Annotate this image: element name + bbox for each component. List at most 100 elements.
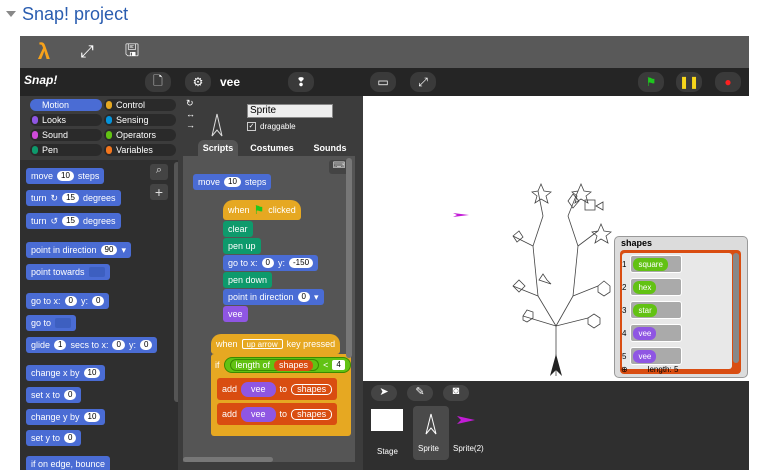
list-item[interactable]: 2 hex <box>622 278 722 296</box>
list-item[interactable]: 4 vee <box>622 324 722 342</box>
list-item[interactable]: 5 vee <box>622 347 722 365</box>
search-icon[interactable]: ⌕ <box>150 164 168 180</box>
less-than-reporter[interactable]: length of shapes < 4 <box>223 357 351 373</box>
camera-icon[interactable]: ◙ <box>443 385 469 401</box>
snap-logo[interactable]: Snap! <box>24 73 57 87</box>
pen-down-block[interactable]: pen down <box>223 272 273 288</box>
value-slot[interactable]: 10 <box>83 368 101 378</box>
y-slot[interactable]: 0 <box>92 296 105 306</box>
palette-goto-block[interactable]: go to <box>26 315 77 331</box>
presentation-icon[interactable]: ⤢ <box>410 72 436 92</box>
target-slot[interactable] <box>55 318 72 328</box>
x-slot[interactable]: 0 <box>261 258 274 268</box>
value-slot[interactable]: 0 <box>64 433 77 443</box>
shapes-variable[interactable]: shapes <box>291 383 333 395</box>
vee-item[interactable]: vee <box>633 326 657 340</box>
when-key-pressed-hat[interactable]: when up arrow key pressed <box>211 334 341 354</box>
tab-costumes[interactable]: Costumes <box>248 140 296 156</box>
category-control[interactable]: Control <box>104 99 176 111</box>
square-item[interactable]: square <box>633 257 668 271</box>
rotation-style-icons[interactable]: ↻ ↔ → <box>186 98 195 131</box>
tab-sounds[interactable]: Sounds <box>310 140 350 156</box>
palette-set-x-block[interactable]: set x to 0 <box>26 387 82 403</box>
make-block-icon[interactable]: + <box>150 184 168 200</box>
stop-icon[interactable]: ● <box>715 72 741 92</box>
sprite-thumbnail-2[interactable]: Sprite(2) <box>453 406 493 460</box>
shapes-list-watcher[interactable]: shapes 1 square 2 hex 3 star 4 vee 5 vee ⊕ le… <box>614 236 748 378</box>
key-dropdown[interactable]: up arrow <box>241 339 283 349</box>
sprite-thumbnail-1[interactable]: Sprite <box>413 406 449 460</box>
add-item-icon[interactable]: ⊕ <box>621 365 628 374</box>
palette-scrollbar[interactable] <box>174 162 178 402</box>
palette-point-towards-block[interactable]: point towards <box>26 264 110 280</box>
category-sensing[interactable]: Sensing <box>104 114 176 126</box>
degrees-slot[interactable]: 15 <box>62 216 79 226</box>
scripting-area[interactable]: ⌨ move 10 steps when ⚑ clicked clear pen up … <box>183 156 355 462</box>
x-slot[interactable]: 0 <box>112 340 125 350</box>
palette-change-x-block[interactable]: change x by 10 <box>26 365 106 381</box>
draggable-checkbox-row[interactable]: ✓ draggable <box>247 122 296 131</box>
steps-slot[interactable]: 10 <box>224 177 241 187</box>
paintbrush-icon[interactable]: ✎ <box>407 385 433 401</box>
palette-turn-ccw-block[interactable]: turn ↺ 15 degrees <box>26 213 121 229</box>
sprite-2-arrow[interactable] <box>453 213 469 217</box>
category-sound[interactable]: Sound <box>30 129 102 141</box>
direction-slot[interactable]: 90 <box>100 245 118 255</box>
palette-move-block[interactable]: move 10 steps <box>26 168 105 184</box>
x-slot[interactable]: 0 <box>64 296 77 306</box>
clear-block[interactable]: clear <box>223 221 253 237</box>
dropdown-arrow-icon[interactable]: ▾ <box>121 245 126 256</box>
when-flag-clicked-hat[interactable]: when ⚑ clicked <box>223 200 301 220</box>
vee-item[interactable]: vee <box>633 349 657 363</box>
file-icon[interactable]: 🗋 <box>145 72 171 92</box>
save-icon[interactable]: 🖫 <box>120 36 144 68</box>
stage-size-icon[interactable]: ▭ <box>370 72 396 92</box>
scripts-scrollbar-h[interactable] <box>183 457 273 462</box>
palette-turn-cw-block[interactable]: turn ↻ 15 degrees <box>26 190 121 206</box>
project-header[interactable]: Snap! project <box>6 4 128 24</box>
hex-item[interactable]: hex <box>633 280 657 294</box>
palette-change-y-block[interactable]: change y by 10 <box>26 409 106 425</box>
category-motion[interactable]: Motion <box>30 99 102 111</box>
palette-goto-xy-block[interactable]: go to x: 0 y: 0 <box>26 293 110 309</box>
list-item[interactable]: 1 square <box>622 255 722 273</box>
y-slot[interactable]: -150 <box>289 258 314 268</box>
vee-item[interactable]: vee <box>241 381 276 397</box>
gear-icon[interactable]: ⚙ <box>185 72 211 92</box>
add-block-1[interactable]: add vee to shapes <box>217 378 338 400</box>
palette-point-direction-block[interactable]: point in direction 90 ▾ <box>26 242 131 258</box>
star-item[interactable]: star <box>633 303 657 317</box>
tab-scripts[interactable]: Scripts <box>198 140 238 156</box>
vee-item[interactable]: vee <box>241 406 276 422</box>
scripts-scrollbar-v[interactable] <box>346 158 352 358</box>
vee-custom-block[interactable]: vee <box>223 306 248 322</box>
secs-slot[interactable]: 1 <box>54 340 67 350</box>
if-block[interactable]: if length of shapes < 4 add vee to shapes ad… <box>211 354 351 436</box>
category-looks[interactable]: Looks <box>30 114 102 126</box>
category-variables[interactable]: Variables <box>104 144 176 156</box>
y-slot[interactable]: 0 <box>139 340 153 350</box>
degrees-slot[interactable]: 15 <box>62 193 79 203</box>
value-slot[interactable]: 4 <box>332 360 345 370</box>
category-pen[interactable]: Pen <box>30 144 102 156</box>
shapes-variable[interactable]: shapes <box>291 408 333 420</box>
shapes-variable[interactable]: shapes <box>274 359 314 371</box>
green-flag-icon[interactable]: ⚑ <box>638 72 664 92</box>
draggable-checkbox[interactable]: ✓ <box>247 122 256 131</box>
list-item[interactable]: 3 star <box>622 301 722 319</box>
stage-thumbnail[interactable]: Stage <box>371 409 405 463</box>
collapse-arrow-icon[interactable] <box>6 11 16 17</box>
goto-xy-block[interactable]: go to x: 0 y: -150 <box>223 255 319 271</box>
steps-slot[interactable]: 10 <box>57 171 74 181</box>
palette-glide-block[interactable]: glide 1 secs to x: 0 y: 0 <box>26 337 158 353</box>
palette-bounce-block[interactable]: if on edge, bounce <box>26 456 111 470</box>
list-scrollbar[interactable] <box>733 253 739 363</box>
direction-slot[interactable]: 0 <box>297 292 310 302</box>
palette-set-y-block[interactable]: set y to 0 <box>26 430 82 446</box>
pause-icon[interactable]: ❚❚ <box>676 72 702 92</box>
lambda-icon[interactable]: λ <box>32 36 56 68</box>
target-slot[interactable] <box>88 267 105 277</box>
category-operators[interactable]: Operators <box>104 129 176 141</box>
fullscreen-icon[interactable]: ⤢ <box>75 36 99 68</box>
length-of-reporter[interactable]: length of shapes <box>229 359 320 371</box>
